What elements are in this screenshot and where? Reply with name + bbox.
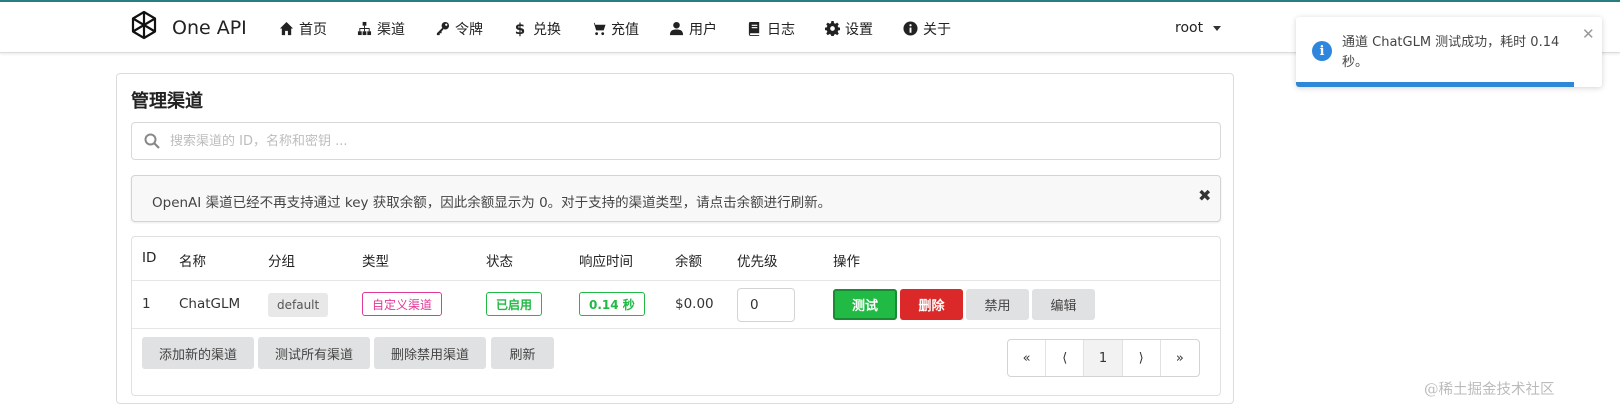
nav-item-settings[interactable]: 设置 [824,19,873,39]
openai-logo-icon [126,8,162,48]
nav-label: 关于 [923,21,951,38]
info-notice: OpenAI 渠道已经不再支持通过 key 获取余额，因此余额显示为 0。对于支… [131,175,1221,222]
nav-item-tokens[interactable]: 令牌 [434,19,483,39]
home-icon [278,21,294,37]
gear-icon [824,21,840,37]
nav-label: 渠道 [377,21,405,38]
cell-balance[interactable]: $0.00 [675,296,714,312]
info-circle-icon: i [1312,41,1332,61]
column-header-response-time[interactable]: 响应时间 [579,250,633,270]
column-header-priority[interactable]: 优先级 [737,250,778,270]
first-page-button[interactable]: « [1008,340,1047,376]
column-header-name[interactable]: 名称 [179,250,206,270]
close-icon[interactable]: ✕ [1582,25,1595,43]
toast-progress-bar [1296,82,1575,87]
notice-text: OpenAI 渠道已经不再支持通过 key 获取余额，因此余额显示为 0。对于支… [152,195,832,211]
next-page-button[interactable]: ⟩ [1123,340,1161,376]
cell-id: 1 [142,296,151,312]
add-channel-button[interactable]: 添加新的渠道 [142,337,254,369]
table-footer: 添加新的渠道 测试所有渠道 删除禁用渠道 刷新 « ⟨ 1 ⟩ » [132,329,1220,395]
channels-card: 管理渠道 OpenAI 渠道已经不再支持通过 key 获取余额，因此余额显示为 … [116,73,1234,404]
main-nav: 首页 渠道 令牌 $ 兑换 充值 用户 日志 设置 关于 [278,2,980,55]
nav-label: 设置 [845,21,873,38]
search-icon [144,133,160,149]
nav-label: 日志 [767,21,795,38]
test-all-channels-button[interactable]: 测试所有渠道 [258,337,370,369]
nav-label: 令牌 [455,21,483,38]
page-1-button[interactable]: 1 [1084,340,1123,376]
nav-item-topup[interactable]: 充值 [590,19,639,39]
column-header-actions: 操作 [833,254,860,270]
pagination: « ⟨ 1 ⟩ » [1007,339,1200,377]
nav-item-logs[interactable]: 日志 [746,19,795,39]
prev-page-button[interactable]: ⟨ [1046,340,1085,376]
column-header-status[interactable]: 状态 [486,250,513,270]
user-menu[interactable]: root [1175,20,1222,36]
cell-name: ChatGLM [179,296,241,312]
nav-label: 用户 [689,21,717,38]
table-header: ID 名称 分组 类型 状态 响应时间 余额 优先级 操作 [132,237,1220,281]
search-input[interactable] [170,133,1070,149]
close-icon[interactable]: ✖ [1198,186,1211,205]
key-icon [434,21,450,37]
page-title: 管理渠道 [131,91,203,112]
column-header-id[interactable]: ID [142,250,156,266]
type-badge: 自定义渠道 [362,292,443,316]
priority-input[interactable]: 0 [737,288,795,322]
column-header-group[interactable]: 分组 [268,250,295,270]
nav-item-about[interactable]: 关于 [902,19,951,39]
info-icon [902,21,918,37]
delete-button[interactable]: 删除 [900,289,963,320]
status-badge: 已启用 [486,292,543,316]
username: root [1175,20,1204,36]
group-badge: default [268,293,329,317]
nav-item-channels[interactable]: 渠道 [356,19,405,39]
watermark: @稀土掘金技术社区 [1424,382,1555,398]
nav-label: 兑换 [533,21,561,38]
nav-label: 充值 [611,21,639,38]
nav-label: 首页 [299,21,327,38]
user-icon [668,21,684,37]
channels-table: ID 名称 分组 类型 状态 响应时间 余额 优先级 操作 1 ChatGLM … [131,236,1221,396]
disable-button[interactable]: 禁用 [966,289,1029,320]
test-button[interactable]: 测试 [833,289,897,320]
edit-button[interactable]: 编辑 [1032,289,1095,320]
nav-item-redeem[interactable]: $ 兑换 [512,19,561,39]
response-time-badge[interactable]: 0.14 秒 [579,292,645,316]
nav-item-home[interactable]: 首页 [278,19,327,39]
sitemap-icon [356,21,372,37]
table-row: 1 ChatGLM default 自定义渠道 已启用 0.14 秒 $0.00… [132,281,1220,329]
last-page-button[interactable]: » [1161,340,1199,376]
toast-message: 通道 ChatGLM 测试成功，耗时 0.14 秒。 [1342,35,1560,70]
toast-notification: i 通道 ChatGLM 测试成功，耗时 0.14 秒。 ✕ [1296,17,1602,87]
delete-disabled-channels-button[interactable]: 删除禁用渠道 [374,337,486,369]
brand[interactable]: One API [126,8,247,48]
dollar-icon: $ [514,19,526,38]
book-icon [746,21,762,37]
refresh-button[interactable]: 刷新 [491,337,554,369]
column-header-balance[interactable]: 余额 [675,250,702,270]
nav-item-users[interactable]: 用户 [668,19,717,39]
search-box [131,122,1221,160]
column-header-type[interactable]: 类型 [362,250,389,270]
caret-down-icon [1213,25,1222,31]
brand-name: One API [172,17,247,39]
cart-icon [590,21,606,37]
